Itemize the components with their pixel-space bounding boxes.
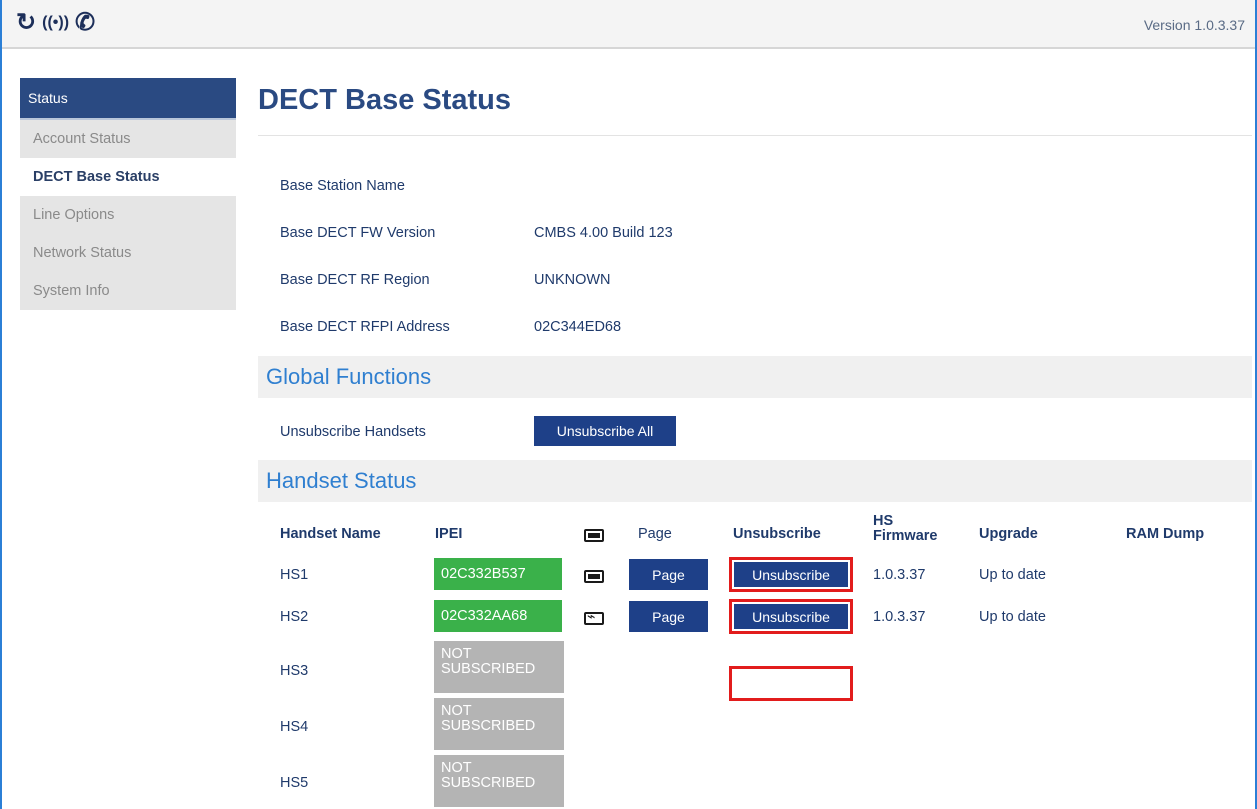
battery-full-icon <box>584 570 604 583</box>
not-subscribed-badge: NOT SUBSCRIBED <box>434 641 564 693</box>
badge-line: SUBSCRIBED <box>441 775 536 791</box>
info-label: Base DECT RFPI Address <box>280 319 450 335</box>
title-divider <box>258 135 1252 136</box>
col-header-page: Page <box>638 526 672 542</box>
badge-line: SUBSCRIBED <box>441 661 536 677</box>
not-subscribed-badge: NOT SUBSCRIBED <box>434 755 564 807</box>
upgrade-status: Up to date <box>979 609 1046 625</box>
info-label: Base DECT RF Region <box>280 272 430 288</box>
handset-name: HS5 <box>280 775 309 791</box>
hs-firmware: 1.0.3.37 <box>873 567 926 583</box>
sidebar: Status Account Status DECT Base Status L… <box>20 78 236 310</box>
top-bar: ↻ ((•)) ✆ Version 1.0.3.37 <box>2 0 1255 49</box>
refresh-icon[interactable]: ↻ <box>16 10 36 36</box>
battery-charging-icon <box>584 608 604 625</box>
section-title: Handset Status <box>266 468 417 493</box>
unsubscribe-all-button[interactable]: Unsubscribe All <box>534 416 676 446</box>
unsubscribe-highlight: Unsubscribe <box>729 557 853 592</box>
version-label: Version 1.0.3.37 <box>1143 17 1245 33</box>
col-header-ipei: IPEI <box>435 526 463 542</box>
sidebar-item-dect-base-status[interactable]: DECT Base Status <box>20 158 236 196</box>
handset-name: HS2 <box>280 609 309 625</box>
handset-name: HS1 <box>280 567 309 583</box>
signal-icon[interactable]: ((•)) <box>42 10 69 36</box>
not-subscribed-badge: NOT SUBSCRIBED <box>434 698 564 750</box>
unsubscribe-button[interactable]: Unsubscribe <box>734 562 848 587</box>
top-icons: ↻ ((•)) ✆ <box>16 10 95 36</box>
unsubscribe-handsets-label: Unsubscribe Handsets <box>280 424 426 440</box>
main-content: DECT Base Status Base Station Name Base … <box>258 78 1252 807</box>
page-button[interactable]: Page <box>629 559 708 590</box>
unsubscribe-button[interactable]: Unsubscribe <box>734 604 848 629</box>
section-handset-status: Handset Status <box>258 460 1252 502</box>
sidebar-item-account-status[interactable]: Account Status <box>20 120 236 158</box>
phone-icon[interactable]: ✆ <box>75 10 95 36</box>
window-border-left <box>0 0 2 809</box>
section-global-functions: Global Functions <box>258 356 1252 398</box>
info-label: Base DECT FW Version <box>280 225 436 241</box>
section-title: Global Functions <box>266 364 432 389</box>
info-value: CMBS 4.00 Build 123 <box>534 225 673 241</box>
col-header-unsubscribe: Unsubscribe <box>733 526 821 542</box>
unsubscribe-highlight: Unsubscribe <box>729 599 853 634</box>
battery-header-icon <box>584 529 604 542</box>
badge-line: SUBSCRIBED <box>441 718 536 734</box>
ipei-badge: 02C332AA68 <box>434 600 562 632</box>
sidebar-header-status[interactable]: Status <box>20 78 236 120</box>
col-header-upgrade: Upgrade <box>979 526 1038 542</box>
col-header-ramdump: RAM Dump <box>1126 526 1205 542</box>
sidebar-item-network-status[interactable]: Network Status <box>20 234 236 272</box>
badge-line: NOT <box>441 646 472 662</box>
col-header-name: Handset Name <box>280 526 381 542</box>
sidebar-item-line-options[interactable]: Line Options <box>20 196 236 234</box>
page-button[interactable]: Page <box>629 601 708 632</box>
page-title: DECT Base Status <box>258 84 512 116</box>
upgrade-status: Up to date <box>979 567 1046 583</box>
unsubscribe-highlight-empty <box>729 666 853 701</box>
ipei-badge: 02C332B537 <box>434 558 562 590</box>
col-header-firmware: HS Firmware <box>873 513 938 544</box>
info-value: UNKNOWN <box>534 272 611 288</box>
badge-line: NOT <box>441 703 472 719</box>
hs-firmware: 1.0.3.37 <box>873 609 926 625</box>
info-label: Base Station Name <box>280 178 405 194</box>
badge-line: NOT <box>441 760 472 776</box>
sidebar-item-system-info[interactable]: System Info <box>20 272 236 310</box>
info-value: 02C344ED68 <box>534 319 622 335</box>
handset-name: HS3 <box>280 663 309 679</box>
handset-name: HS4 <box>280 719 309 735</box>
